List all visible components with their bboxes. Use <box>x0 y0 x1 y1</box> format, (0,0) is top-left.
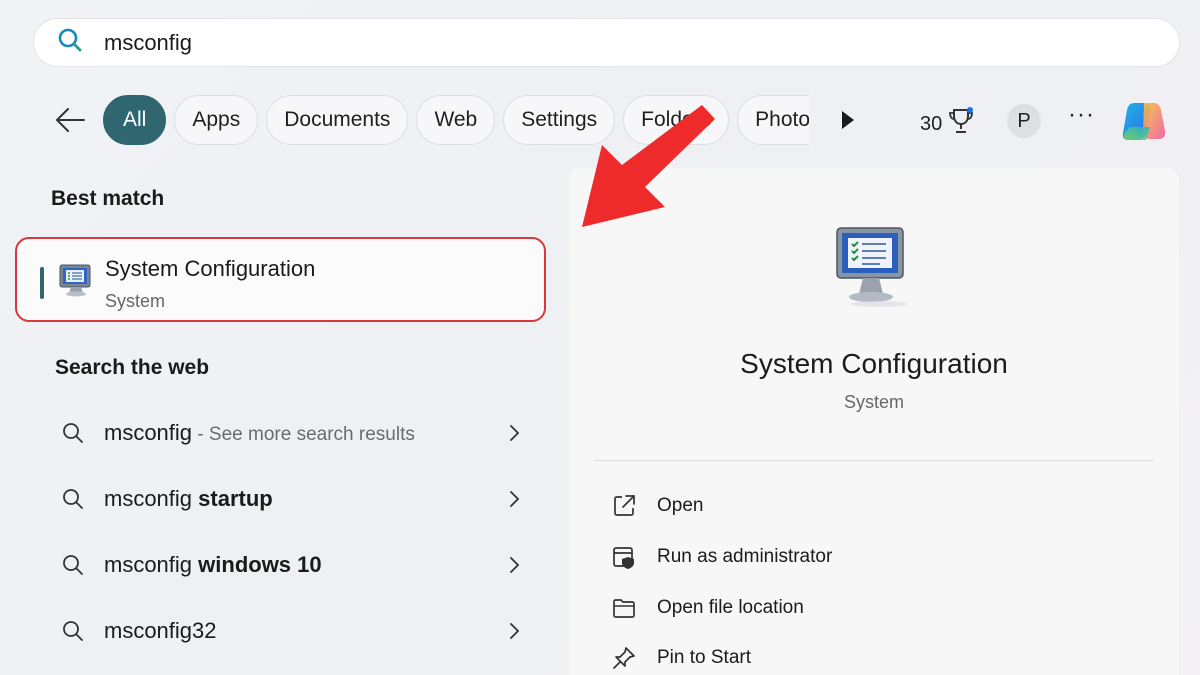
web-result-text: msconfig startup <box>104 486 273 511</box>
search-icon <box>62 620 84 647</box>
system-configuration-app-icon <box>57 263 95 304</box>
chevron-right-icon <box>508 490 520 513</box>
filter-chip-all[interactable]: All <box>103 95 167 145</box>
run-as-admin-action[interactable]: Run as administrator <box>609 539 832 575</box>
search-icon <box>62 554 84 581</box>
best-match-type: System <box>105 291 166 311</box>
web-result-item[interactable]: msconfig windows 10 <box>38 540 538 590</box>
web-result-item[interactable]: msconfig startup <box>38 474 538 524</box>
chevron-right-icon <box>508 622 520 645</box>
chevron-right-icon <box>508 424 520 447</box>
search-bar[interactable]: msconfig <box>33 18 1180 67</box>
rewards-points-value: 30 <box>920 112 943 135</box>
filter-chip-photos[interactable]: Photos <box>737 95 809 145</box>
open-external-icon <box>609 491 639 521</box>
more-options-icon[interactable]: ··· <box>1068 101 1095 129</box>
chevron-right-icon <box>508 556 520 579</box>
preview-subtitle: System <box>843 392 904 412</box>
search-icon <box>62 422 84 449</box>
search-web-heading: Search the web <box>55 356 210 379</box>
web-result-text: msconfig32 <box>104 618 217 643</box>
shield-admin-icon <box>609 542 639 572</box>
open-action-label: Open <box>657 495 704 516</box>
filter-chip-web[interactable]: Web <box>416 95 496 145</box>
pin-to-start-action[interactable]: Pin to Start <box>609 640 751 675</box>
preview-title: System Configuration <box>740 348 1008 379</box>
open-file-location-label: Open file location <box>657 597 804 618</box>
open-file-location-action[interactable]: Open file location <box>609 590 804 626</box>
open-action[interactable]: Open <box>609 488 703 524</box>
folder-icon <box>609 593 639 623</box>
search-icon <box>56 26 84 59</box>
divider <box>594 460 1154 461</box>
filter-chip-documents[interactable]: Documents <box>266 95 409 145</box>
rewards-trophy-icon <box>942 107 974 141</box>
best-match-name: System Configuration <box>105 256 316 281</box>
best-match-heading: Best match <box>51 187 165 210</box>
search-icon <box>62 488 84 515</box>
web-result-item[interactable]: msconfig - See more search results <box>38 408 538 458</box>
selection-indicator <box>40 267 44 299</box>
rewards-points[interactable]: 30 <box>920 107 974 141</box>
web-result-text: msconfig windows 10 <box>104 552 322 577</box>
avatar[interactable]: P <box>1007 104 1041 138</box>
copilot-icon[interactable] <box>1120 97 1168 150</box>
pin-icon <box>609 643 639 673</box>
system-configuration-large-icon <box>831 224 915 319</box>
pin-to-start-label: Pin to Start <box>657 647 751 668</box>
preview-pane: System Configuration System Open Run as … <box>569 168 1179 675</box>
scroll-right-icon[interactable] <box>839 108 857 137</box>
best-match-result[interactable]: System Configuration System <box>15 237 546 322</box>
web-result-item[interactable]: msconfig32 <box>38 606 538 656</box>
filter-chip-apps[interactable]: Apps <box>174 95 259 145</box>
web-result-text: msconfig - See more search results <box>104 420 415 445</box>
search-input[interactable]: msconfig <box>104 30 192 56</box>
red-pointer-arrow-icon <box>570 95 720 240</box>
run-as-admin-label: Run as administrator <box>657 546 833 567</box>
back-arrow-icon[interactable] <box>52 105 88 135</box>
